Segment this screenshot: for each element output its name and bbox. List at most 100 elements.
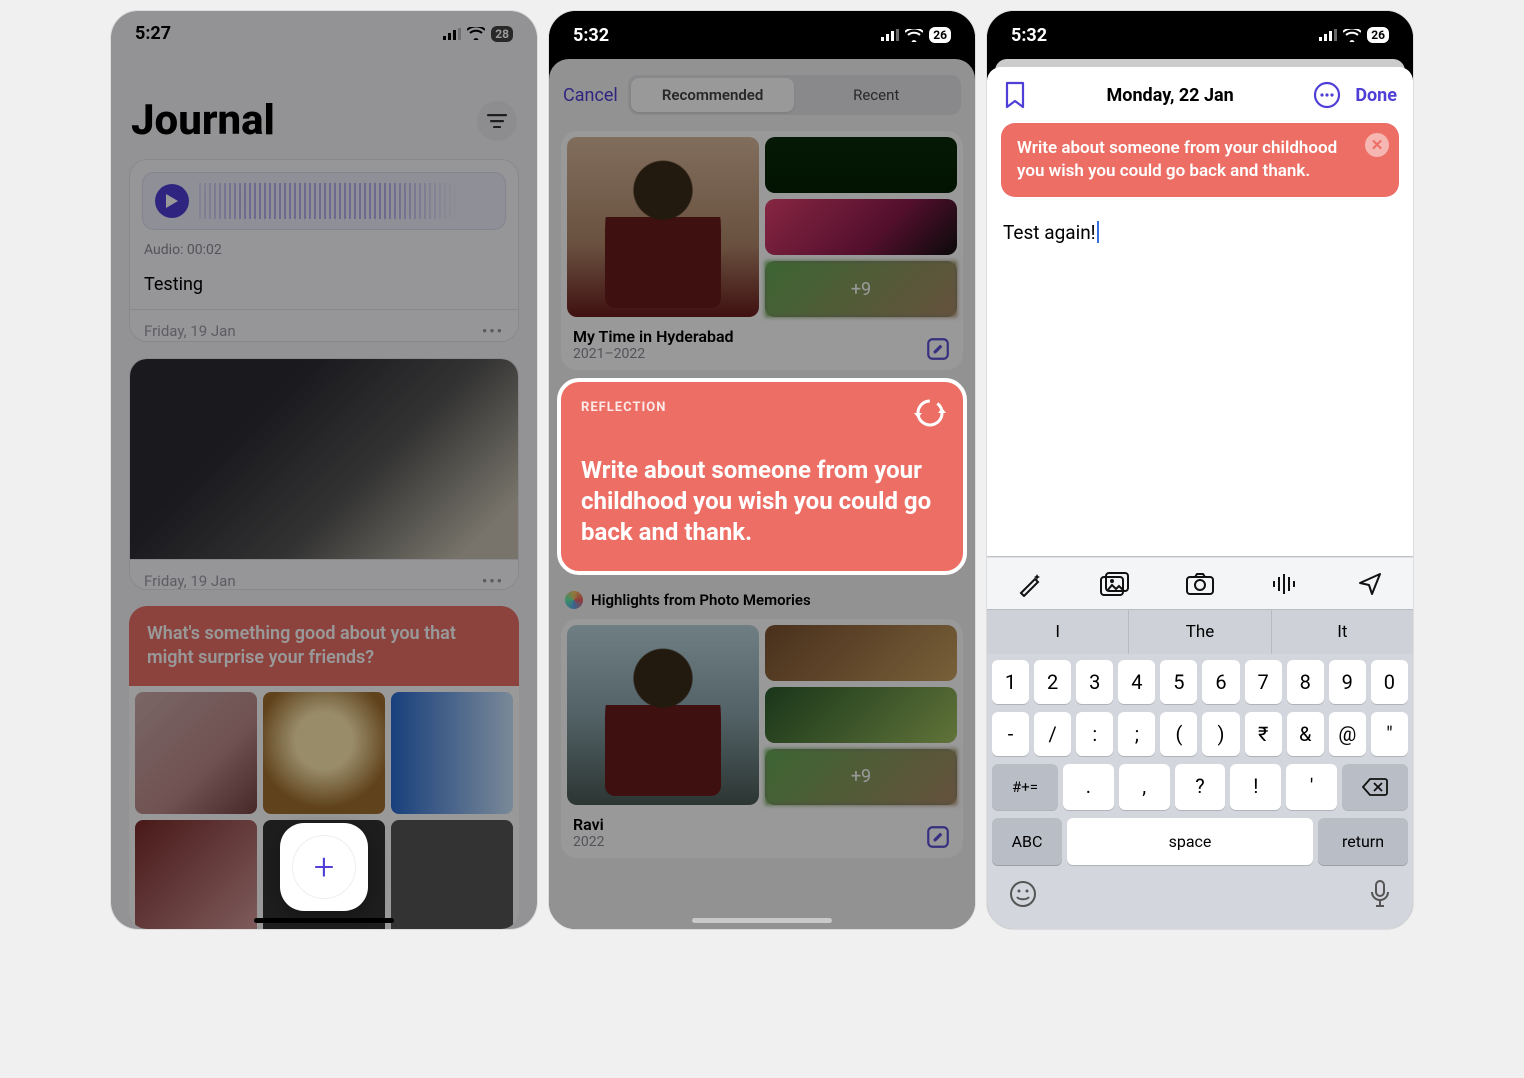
thumb (263, 692, 385, 814)
segmented-control[interactable]: Recommended Recent (628, 75, 961, 115)
home-indicator[interactable] (692, 918, 832, 923)
battery-badge: 26 (929, 27, 951, 43)
keyboard: 1 2 3 4 5 6 7 8 9 0 - / : ; ( ) (987, 654, 1413, 814)
key[interactable]: ₹ (1245, 712, 1282, 756)
entry-title: Testing (130, 268, 518, 309)
key-space[interactable]: space (1067, 818, 1313, 865)
play-button[interactable] (155, 184, 189, 218)
entry-text-input[interactable]: Test again! (987, 197, 1413, 268)
filter-button[interactable] (477, 101, 517, 141)
status-icons: 26 (1319, 27, 1389, 43)
segment-recent[interactable]: Recent (794, 78, 958, 112)
key[interactable]: ; (1118, 712, 1155, 756)
key[interactable]: : (1076, 712, 1113, 756)
moment-card[interactable]: +9 Ravi 2022 (561, 619, 963, 858)
key[interactable]: 4 (1118, 660, 1155, 704)
keyboard-area: I The It 1 2 3 4 5 6 7 8 9 0 - (987, 556, 1413, 929)
moment-subtitle: 2022 (561, 834, 963, 850)
key[interactable]: 2 (1034, 660, 1071, 704)
key[interactable]: 8 (1287, 660, 1324, 704)
key-abc[interactable]: ABC (992, 818, 1062, 865)
entry-card[interactable]: Audio: 00:02 Testing Friday, 19 Jan ••• (129, 159, 519, 342)
prompt-chip: Write about someone from your childhood … (1001, 123, 1399, 197)
home-indicator[interactable] (254, 918, 394, 923)
quicktype-suggestion[interactable]: The (1129, 610, 1271, 654)
moment-grid: +9 (561, 619, 963, 811)
status-time: 5:27 (135, 23, 171, 44)
entry-footer: Friday, 19 Jan ••• (130, 309, 518, 342)
key-backspace[interactable] (1342, 764, 1408, 810)
key[interactable]: , (1119, 764, 1170, 810)
entry-more-button[interactable]: ••• (482, 322, 504, 340)
moment-grid: +9 (561, 131, 963, 323)
key[interactable]: . (1063, 764, 1114, 810)
emoji-button[interactable] (1009, 880, 1037, 908)
page-title: Journal (131, 96, 275, 145)
key-shift[interactable]: #+= (992, 764, 1058, 810)
key-return[interactable]: return (1318, 818, 1408, 865)
new-entry-button[interactable]: + (280, 823, 368, 911)
quicktype-suggestion[interactable]: I (987, 610, 1129, 654)
moment-title: My Time in Hyderabad (561, 323, 963, 346)
text-cursor (1097, 221, 1099, 243)
photos-button[interactable] (1099, 572, 1131, 596)
moment-photo-large (567, 137, 759, 317)
moment-photo-more[interactable]: +9 (765, 261, 957, 317)
key[interactable]: 3 (1076, 660, 1113, 704)
bookmark-button[interactable] (1003, 81, 1027, 109)
key[interactable]: ) (1202, 712, 1239, 756)
moment-photo-more[interactable]: +9 (765, 749, 957, 805)
magic-button[interactable] (1014, 571, 1046, 597)
key[interactable]: ′ (1286, 764, 1337, 810)
compose-header: Monday, 22 Jan Done (987, 67, 1413, 123)
audio-button[interactable] (1269, 572, 1301, 596)
dictation-button[interactable] (1369, 879, 1391, 909)
key[interactable]: @ (1329, 712, 1366, 756)
filter-icon (487, 114, 507, 128)
suggestions-sheet: Cancel Recommended Recent +9 My Time in … (549, 59, 975, 929)
cancel-button[interactable]: Cancel (563, 85, 618, 106)
moment-card[interactable]: +9 My Time in Hyderabad 2021–2022 (561, 131, 963, 370)
audio-attachment[interactable] (142, 172, 506, 230)
quicktype-suggestion[interactable]: It (1272, 610, 1413, 654)
status-time: 5:32 (573, 25, 609, 46)
key[interactable]: 1 (992, 660, 1029, 704)
camera-button[interactable] (1184, 572, 1216, 596)
compose-icon[interactable] (925, 336, 951, 362)
screen-compose-entry: 5:32 26 Monday, 22 Jan Done Write about … (986, 10, 1414, 930)
close-prompt-button[interactable]: ✕ (1365, 133, 1389, 157)
key[interactable]: 0 (1371, 660, 1408, 704)
key[interactable]: 9 (1329, 660, 1366, 704)
key[interactable]: & (1287, 712, 1324, 756)
key[interactable]: / (1034, 712, 1071, 756)
screen-new-entry-suggestions: 5:32 26 Cancel Recommended Recent +9 My … (548, 10, 976, 930)
key[interactable]: 6 (1202, 660, 1239, 704)
key[interactable]: ? (1175, 764, 1226, 810)
done-button[interactable]: Done (1355, 85, 1397, 106)
entry-footer: Friday, 19 Jan ••• (130, 559, 518, 589)
compose-icon[interactable] (925, 824, 951, 850)
status-bar: 5:32 26 (987, 11, 1413, 59)
key[interactable]: 5 (1160, 660, 1197, 704)
moment-subtitle: 2021–2022 (561, 346, 963, 362)
entry-more-button[interactable]: ••• (482, 572, 504, 589)
reflection-card[interactable]: REFLECTION Write about someone from your… (557, 378, 967, 575)
moment-photo (765, 687, 957, 743)
play-icon (166, 194, 178, 208)
section-label: Highlights from Photo Memories (591, 591, 811, 609)
audio-label: Audio: 00:02 (130, 242, 518, 268)
thumb (135, 692, 257, 814)
segment-recommended[interactable]: Recommended (631, 78, 795, 112)
memories-icon (565, 591, 583, 609)
moment-photo (765, 199, 957, 255)
key[interactable]: - (992, 712, 1029, 756)
key[interactable]: ! (1230, 764, 1281, 810)
entry-card[interactable]: Friday, 19 Jan ••• (129, 358, 519, 589)
key[interactable]: ″ (1371, 712, 1408, 756)
location-button[interactable] (1354, 571, 1386, 597)
key[interactable]: ( (1160, 712, 1197, 756)
key[interactable]: 7 (1245, 660, 1282, 704)
more-button[interactable] (1313, 81, 1341, 109)
attachment-toolbar (987, 557, 1413, 609)
refresh-icon[interactable] (913, 396, 947, 430)
